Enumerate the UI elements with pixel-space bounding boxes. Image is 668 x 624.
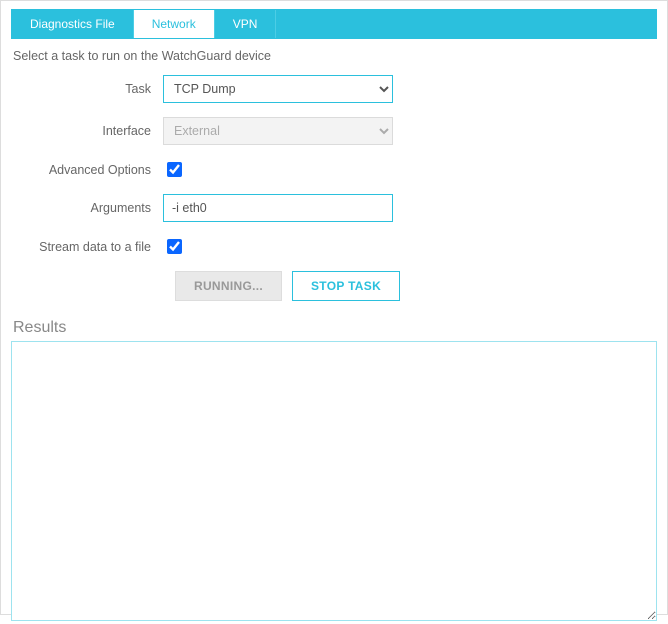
tab-label: Network	[152, 17, 196, 31]
interface-label: Interface	[13, 124, 163, 138]
stream-checkbox[interactable]	[167, 239, 182, 254]
tab-label: VPN	[233, 17, 258, 31]
tab-network[interactable]: Network	[134, 10, 215, 38]
tabbar: Diagnostics File Network VPN	[11, 9, 657, 39]
stop-task-button[interactable]: STOP TASK	[292, 271, 400, 301]
instruction-text: Select a task to run on the WatchGuard d…	[13, 49, 657, 63]
results-heading: Results	[13, 319, 657, 337]
stop-task-button-label: STOP TASK	[311, 279, 381, 293]
button-row: RUNNING... STOP TASK	[175, 271, 657, 301]
tab-label: Diagnostics File	[30, 17, 115, 31]
stream-label: Stream data to a file	[13, 240, 163, 254]
results-textarea[interactable]	[11, 341, 657, 621]
tab-diagnostics-file[interactable]: Diagnostics File	[12, 10, 134, 38]
advanced-checkbox[interactable]	[167, 162, 182, 177]
arguments-input[interactable]	[163, 194, 393, 222]
row-advanced: Advanced Options	[13, 159, 657, 180]
interface-select: External	[163, 117, 393, 145]
row-interface: Interface External	[13, 117, 657, 145]
task-label: Task	[13, 82, 163, 96]
form: Task TCP Dump Interface External Advance…	[13, 75, 657, 301]
row-arguments: Arguments	[13, 194, 657, 222]
arguments-label: Arguments	[13, 201, 163, 215]
row-task: Task TCP Dump	[13, 75, 657, 103]
advanced-label: Advanced Options	[13, 163, 163, 177]
running-button-label: RUNNING...	[194, 279, 263, 293]
tab-vpn[interactable]: VPN	[215, 10, 277, 38]
network-diagnostics-panel: Diagnostics File Network VPN Select a ta…	[0, 0, 668, 615]
task-select[interactable]: TCP Dump	[163, 75, 393, 103]
row-stream: Stream data to a file	[13, 236, 657, 257]
running-button: RUNNING...	[175, 271, 282, 301]
